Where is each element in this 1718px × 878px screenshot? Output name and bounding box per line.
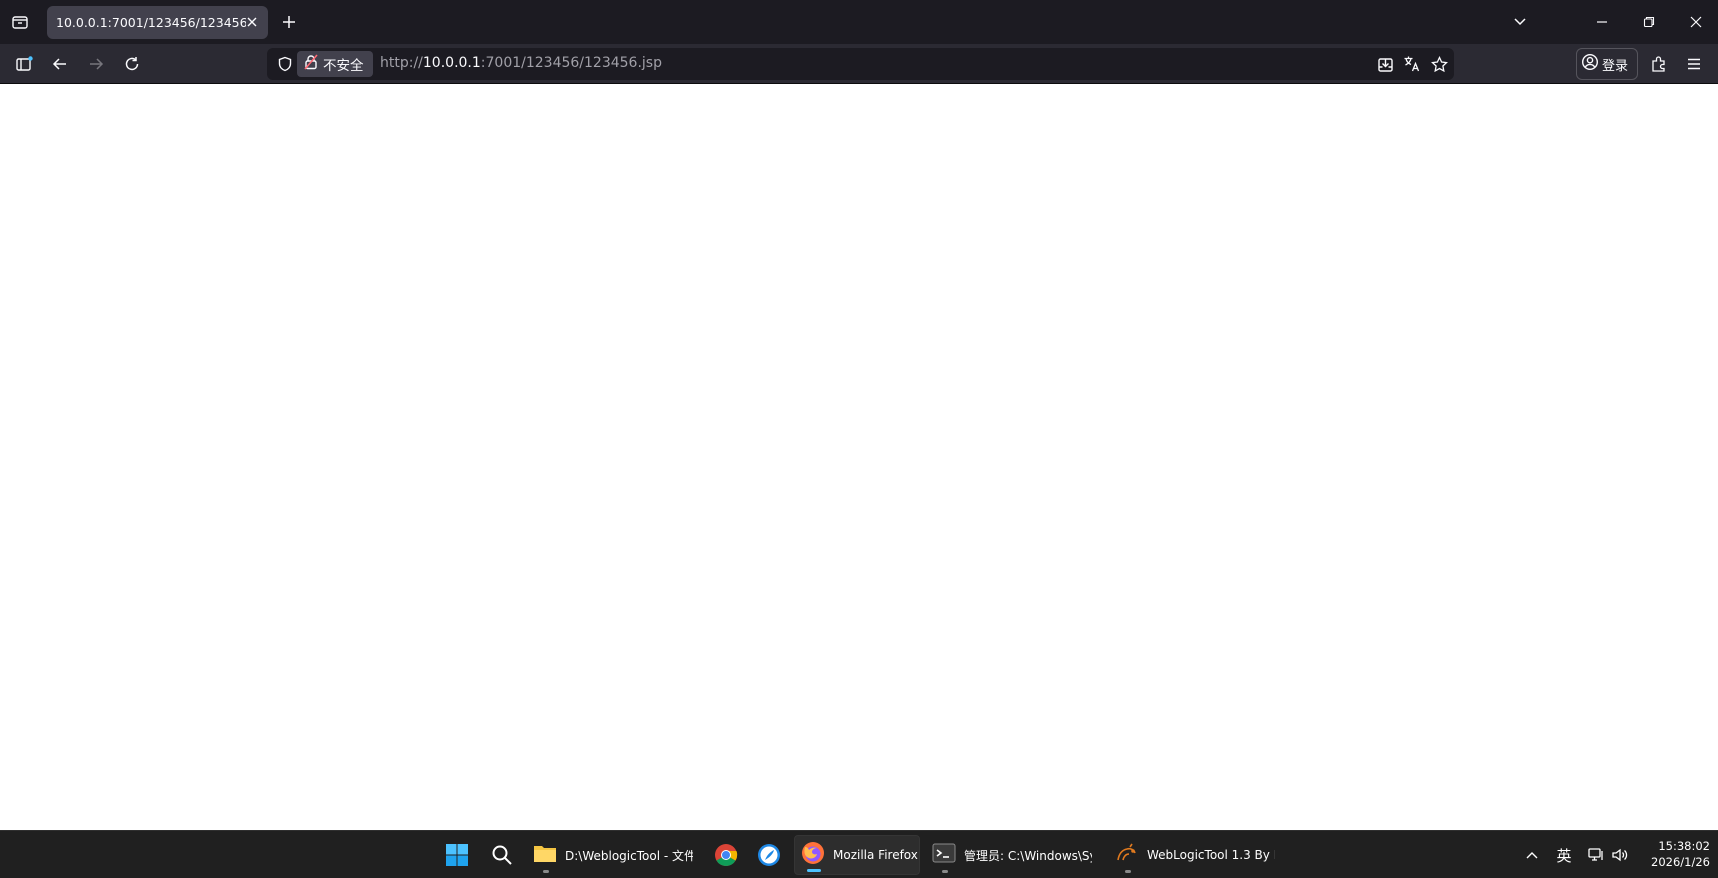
restore-icon[interactable]: [1635, 8, 1663, 36]
running-indicator: [942, 870, 948, 873]
taskbar-app-terminal[interactable]: 管理员: C:\Windows\System32: [926, 835, 1096, 875]
new-tab-icon[interactable]: [275, 8, 303, 36]
security-label: 不安全: [323, 58, 364, 74]
terminal-icon: [932, 842, 956, 868]
hamburger-menu-icon[interactable]: [1679, 49, 1709, 79]
connection-not-secure-button[interactable]: 不安全: [297, 51, 373, 77]
running-indicator: [543, 870, 549, 873]
tab-active[interactable]: 10.0.0.1:7001/123456/123456.jsp: [47, 6, 268, 39]
clock-date: 2026/1/26: [1651, 855, 1710, 869]
firefox-icon: [801, 841, 825, 869]
bookmark-star-icon[interactable]: [1427, 52, 1451, 76]
system-clock[interactable]: 15:38:02 2026/1/26: [1628, 838, 1710, 870]
url-path: :7001/123456/123456.jsp: [480, 55, 662, 71]
url-host: 10.0.0.1: [422, 55, 481, 71]
url-scheme: http://: [380, 55, 423, 71]
clock-time: 15:38:02: [1658, 839, 1710, 853]
translate-icon[interactable]: [1400, 52, 1424, 76]
tab-title: 10.0.0.1:7001/123456/123456.jsp: [56, 15, 246, 30]
tracking-protection-shield-icon[interactable]: [273, 52, 297, 76]
back-icon[interactable]: [45, 49, 75, 79]
reload-icon[interactable]: [117, 49, 147, 79]
taskbar-app-label: D:\WeblogicTool - 文件资源管理器: [565, 848, 693, 863]
url-text[interactable]: http://10.0.0.1:7001/123456/123456.jsp: [380, 55, 662, 71]
java-app-icon: [1115, 842, 1139, 868]
taskbar-app-firefox[interactable]: Mozilla Firefox: [794, 835, 920, 875]
close-window-icon[interactable]: [1682, 8, 1710, 36]
page-content-blank[interactable]: [0, 85, 1718, 830]
chrome-icon[interactable]: [709, 838, 743, 872]
folder-icon: [533, 842, 557, 868]
windows-taskbar: D:\WeblogicTool - 文件资源管理器 Mozilla Firefo…: [0, 830, 1718, 878]
insecure-lock-icon: [303, 54, 319, 74]
start-windows-icon[interactable]: [440, 838, 474, 872]
active-window-indicator: [807, 869, 821, 872]
firefox-view-icon[interactable]: [6, 8, 34, 36]
account-avatar-icon: [1581, 53, 1599, 75]
show-hidden-icons-chevron-up-icon[interactable]: [1521, 844, 1543, 866]
account-sign-in-button[interactable]: 登录: [1576, 48, 1638, 80]
tab-strip: 10.0.0.1:7001/123456/123456.jsp: [0, 0, 1718, 44]
close-tab-icon[interactable]: [244, 14, 260, 30]
list-tabs-chevron-down-icon[interactable]: [1506, 8, 1534, 36]
address-bar[interactable]: 不安全 http://10.0.0.1:7001/123456/123456.j…: [267, 48, 1454, 80]
network-icon[interactable]: [1585, 844, 1607, 866]
feather-app-icon[interactable]: [752, 838, 786, 872]
minimize-icon[interactable]: [1588, 8, 1616, 36]
taskbar-app-weblogictool[interactable]: WebLogicTool 1.3 By Kingkk: [1109, 835, 1279, 875]
account-label: 登录: [1602, 58, 1629, 74]
extensions-puzzle-icon[interactable]: [1644, 49, 1674, 79]
running-indicator: [1125, 870, 1131, 873]
taskbar-app-label: WebLogicTool 1.3 By Kingkk: [1147, 848, 1275, 862]
sidebar-toggle-icon[interactable]: [9, 49, 39, 79]
search-icon[interactable]: [485, 838, 519, 872]
input-method-indicator[interactable]: 英: [1553, 844, 1575, 866]
taskbar-app-label: Mozilla Firefox: [833, 848, 918, 862]
save-page-icon[interactable]: [1373, 52, 1397, 76]
navigation-toolbar: 不安全 http://10.0.0.1:7001/123456/123456.j…: [0, 44, 1718, 84]
taskbar-app-label: 管理员: C:\Windows\System32: [964, 848, 1092, 863]
taskbar-app-file-explorer[interactable]: D:\WeblogicTool - 文件资源管理器: [527, 835, 697, 875]
forward-icon[interactable]: [81, 49, 111, 79]
